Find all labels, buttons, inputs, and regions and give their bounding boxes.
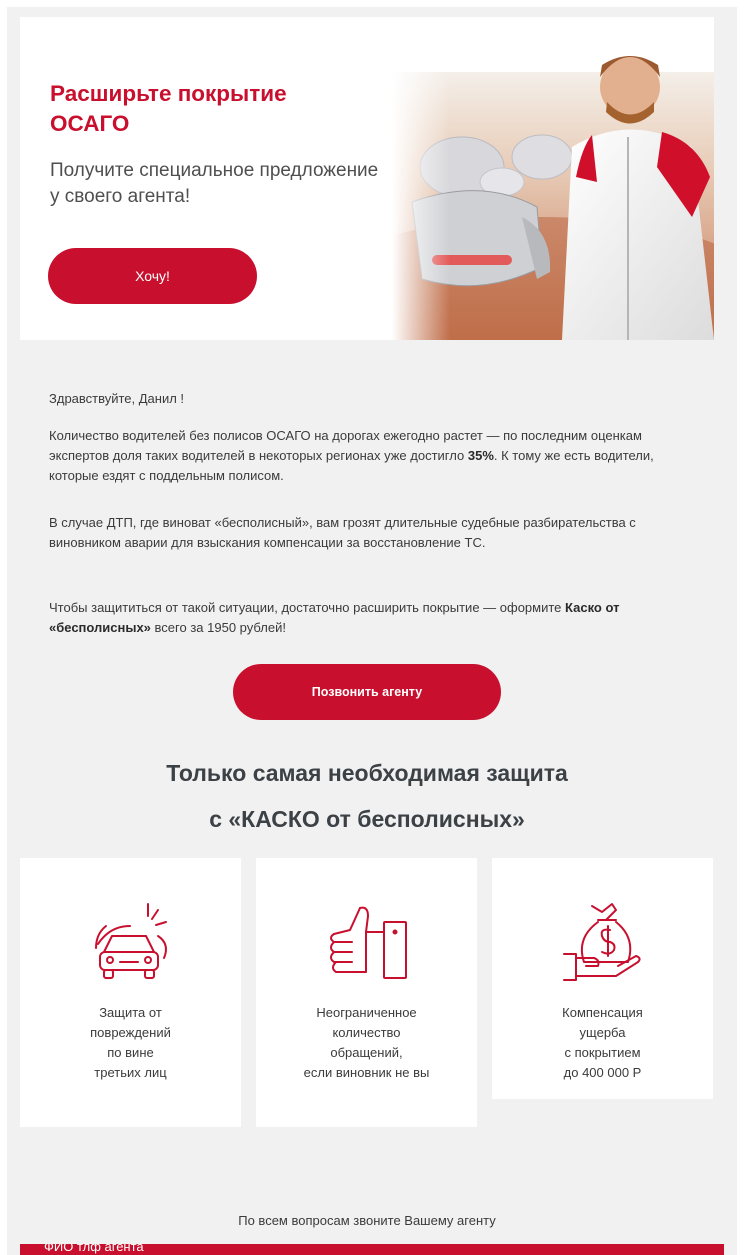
feature-line: ущерба [579, 1025, 626, 1040]
highlight-percent: 35% [467, 448, 494, 463]
agent-contact: ФИО тлф агента [44, 1244, 144, 1254]
feature-card-compensation: Компенсация ущерба с покрытием до 400 00… [492, 858, 713, 1099]
feature-line: обращений, [330, 1045, 403, 1060]
feature-line: Неограниченное [316, 1005, 417, 1020]
thumbs-up-icon [329, 906, 407, 979]
feature-line: с покрытием [564, 1045, 641, 1060]
footer-agent-bar: ФИО тлф агента [20, 1244, 724, 1255]
feature-card-third-party-damage: Защита от повреждений по вине третьих ли… [20, 858, 241, 1127]
paragraph-offer: Чтобы защититься от такой ситуации, дост… [49, 598, 689, 638]
feature-line: по вине [107, 1045, 154, 1060]
greeting: Здравствуйте, Данил ! [49, 391, 185, 406]
paragraph-text: Чтобы защититься от такой ситуации, дост… [49, 600, 562, 615]
feature-line: Защита от [99, 1005, 162, 1020]
feature-line: третьих лиц [94, 1065, 167, 1080]
hero-cta-button[interactable]: Хочу! [48, 248, 257, 304]
hero-illustration [392, 17, 714, 340]
feature-line: Компенсация [562, 1005, 643, 1020]
paragraph-accident: В случае ДТП, где виноват «бесполисный»,… [49, 515, 636, 550]
money-bag-hand-icon [562, 903, 641, 981]
hero-banner: Расширьте покрытие ОСАГО Получите специа… [20, 17, 714, 340]
feature-line: если виновник не вы [303, 1065, 430, 1080]
feature-line: до 400 000 Р [563, 1065, 642, 1080]
call-agent-button[interactable]: Позвонить агенту [233, 664, 501, 720]
feature-card-unlimited-claims: Неограниченное количество обращений, есл… [256, 858, 477, 1127]
section-title-line2: с «КАСКО от бесполисных» [209, 806, 525, 832]
car-crash-icon [94, 903, 167, 979]
feature-line: повреждений [90, 1025, 171, 1040]
section-title-line1: Только самая необходимая защита [166, 760, 568, 786]
paragraph-uninsured-drivers: Количество водителей без полисов ОСАГО н… [49, 426, 689, 486]
footer-note: По всем вопросам звоните Вашему агенту [238, 1213, 496, 1228]
feature-line: количество [332, 1025, 401, 1040]
paragraph-text-end: всего за 1950 рублей! [154, 620, 286, 635]
hero-title: Расширьте покрытие ОСАГО [50, 81, 287, 136]
hero-subtitle: Получите специальное предложение у своег… [50, 160, 379, 207]
